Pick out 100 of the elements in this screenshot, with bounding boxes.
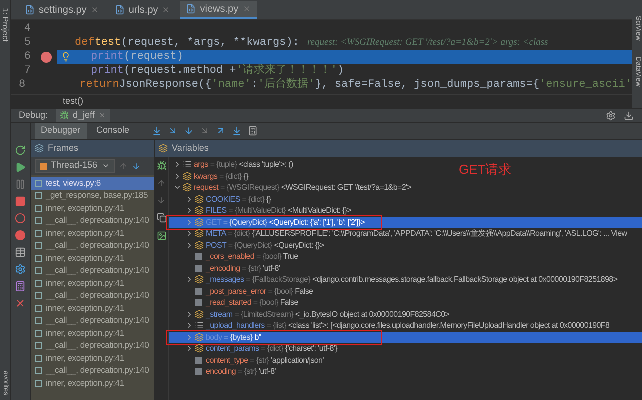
breadcrumb[interactable]: test() — [63, 94, 84, 108]
rerun-icon[interactable] — [15, 145, 26, 156]
frame-item[interactable]: __call__, deprecation.py:140 — [31, 214, 154, 227]
variable-value: 'utf-8' — [258, 367, 276, 376]
variable-row[interactable]: _stream = {LimitedStream} <_io.BytesIO object at 0x00000190F82584C0> — [169, 308, 454, 320]
variable-row[interactable]: args = {tuple} <class 'tuple'>: () — [169, 159, 298, 170]
close-icon[interactable] — [162, 6, 170, 14]
line-number: 8 — [18, 78, 27, 93]
editor-tab[interactable]: settings.py — [19, 1, 105, 19]
frame-item[interactable]: inner, exception.py:41 — [31, 302, 154, 314]
variable-row[interactable]: content_params = {dict} {'charset': 'utf-8'} — [169, 343, 342, 354]
code-line: returnJsonResponse({'name':'后台数据'}, safe=False, json_dumps_params={'ensure_ascii' — [78, 78, 632, 92]
bug-icon[interactable] — [156, 161, 166, 171]
variable-name: args — [194, 160, 208, 169]
variable-row[interactable]: FILES = {MultiValueDict} <MultiValueDict: {}> — [169, 205, 356, 216]
thread-dropdown[interactable]: Thread-156 — [35, 159, 115, 173]
settings-icon[interactable] — [606, 110, 616, 120]
stack-icon — [195, 218, 204, 227]
frame-item[interactable]: inner, exception.py:41 — [31, 327, 154, 340]
variable-type: = {str} — [250, 356, 270, 364]
frame-item[interactable]: inner, exception.py:41 — [31, 277, 154, 290]
frame-item[interactable]: test, views.py:6 — [31, 177, 154, 190]
variable-type: = {list} — [266, 321, 286, 330]
line-number: 4 — [23, 22, 32, 37]
step-over-icon[interactable] — [168, 126, 178, 136]
variable-value: {} — [244, 172, 248, 180]
frame-item[interactable]: __call__, deprecation.py:140 — [31, 314, 154, 327]
copy-icon[interactable] — [156, 213, 166, 223]
variable-value: <QueryDict: {}> — [274, 240, 324, 250]
variable-value: False — [295, 286, 314, 296]
code-line: print(request.method +'请求来了！！！！') — [90, 64, 346, 78]
variable-row[interactable]: _cors_enabled = {bool} True — [169, 251, 302, 262]
down-arrow-icon[interactable] — [132, 162, 141, 170]
list-icon — [195, 321, 204, 330]
variable-row[interactable]: COOKIES = {dict} {} — [169, 194, 276, 205]
stack-icon — [195, 240, 204, 250]
run-to-cursor-icon[interactable] — [232, 126, 242, 136]
variable-row[interactable]: body = {bytes} b'' — [169, 332, 642, 343]
variable-row[interactable]: content_type = {str} 'application/json' — [169, 354, 328, 366]
frame-item[interactable]: __call__, deprecation.py:140 — [31, 240, 154, 252]
settings-icon[interactable] — [15, 264, 26, 275]
stack-icon — [195, 229, 204, 238]
variable-name: POST — [206, 240, 226, 250]
variable-row[interactable]: kwargs = {dict} {} — [169, 170, 252, 182]
frame-item[interactable]: inner, exception.py:41 — [31, 352, 154, 364]
variable-row[interactable]: GET = {QueryDict} <QueryDict: {'a': ['1'], 'b': ['2']}> — [169, 216, 642, 228]
variable-value: 'application/json' — [271, 356, 324, 364]
frame-item[interactable]: __call__, deprecation.py:140 — [31, 340, 154, 352]
resume-icon[interactable] — [15, 162, 26, 173]
frame-item[interactable]: __call__, deprecation.py:140 — [31, 364, 154, 377]
frames-icon — [35, 144, 44, 153]
debug-label: Debug: — [19, 108, 48, 122]
inline-hint: request: <WSGIRequest: GET '/test/?a=1&b=2'> args: <class — [307, 36, 548, 50]
frame-item[interactable]: inner, exception.py:41 — [31, 227, 154, 240]
variable-row[interactable]: META = {dict} {'ALLUSERSPROFILE': 'C:\\ProgramData', 'APPDATA': 'C:\\Users\\童发强\\AppData\\Roaming', 'ASL.LOG': ... View — [169, 228, 632, 240]
variable-value: <class 'list'>: [<django.core.files.uploadhandler.MemoryFileUploadHandler object at 0x00000190F8 — [288, 321, 610, 330]
evaluate-icon[interactable] — [248, 126, 258, 136]
pause-icon[interactable] — [15, 179, 26, 190]
frame-item[interactable]: inner, exception.py:41 — [31, 252, 154, 264]
frame-item[interactable]: __call__, deprecation.py:140 — [31, 290, 154, 302]
step-out-icon[interactable] — [216, 126, 226, 136]
variable-value: <WSGIRequest: GET '/test/?a=1&b=2'> — [281, 183, 412, 192]
close-icon[interactable] — [90, 6, 99, 14]
frame-item[interactable]: __call__, deprecation.py:140 — [31, 264, 154, 277]
lightbulb-icon[interactable] — [61, 52, 71, 62]
variable-row[interactable]: _read_started = {bool} False — [169, 297, 302, 308]
close-icon[interactable] — [15, 298, 26, 309]
annotation-text: GET请求 — [459, 161, 512, 179]
variable-row[interactable]: POST = {QueryDict} <QueryDict: {}> — [169, 240, 328, 251]
variable-value: <class 'tuple'>: () — [239, 160, 294, 169]
editor-tab[interactable]: views.py — [180, 1, 257, 19]
frame-item[interactable]: _get_response, base.py:185 — [31, 190, 154, 202]
up-arrow-icon[interactable] — [157, 179, 166, 188]
close-icon[interactable] — [98, 112, 106, 119]
project-tool-label[interactable]: 1: Project — [0, 8, 10, 42]
editor-tab[interactable]: urls.py — [108, 1, 176, 19]
down-arrow-icon[interactable] — [157, 196, 166, 205]
frame-item[interactable]: inner, exception.py:41 — [31, 202, 154, 214]
step-into-icon[interactable] — [184, 126, 194, 136]
run-config-tab[interactable]: d_jeff — [56, 108, 110, 122]
debugger-tab[interactable]: Console — [90, 123, 136, 139]
variable-row[interactable]: encoding = {str} 'utf-8' — [169, 366, 280, 378]
stack-icon — [195, 194, 204, 204]
variable-name: _cors_enabled — [206, 252, 255, 261]
variable-type: = {QueryDict} — [223, 218, 268, 226]
variable-type: = {bool} — [268, 286, 294, 296]
variable-value: b'' — [254, 332, 262, 342]
variable-type: = {WSGIRequest} — [220, 183, 280, 192]
bug-icon — [60, 111, 70, 120]
stop-icon[interactable] — [15, 196, 26, 207]
frame-item[interactable]: inner, exception.py:41 — [31, 377, 154, 390]
variable-row[interactable]: _messages = {FallbackStorage} <django.contrib.messages.storage.fallback.FallbackStorage object at 0x00000190F8251898> — [169, 274, 622, 286]
variable-row[interactable]: _encoding = {str} 'utf-8' — [169, 262, 284, 274]
caret-icon[interactable] — [102, 162, 110, 170]
debugger-tab[interactable]: Debugger — [35, 123, 87, 139]
image-icon[interactable] — [156, 231, 166, 241]
variable-row[interactable]: request = {WSGIRequest} <WSGIRequest: GET '/test/?a=1&b=2'> — [169, 182, 416, 194]
variable-row[interactable]: _upload_handlers = {list} <class 'list'>: [<django.core.files.uploadhandler.MemoryFileUploadHandler object at 0x00000190F8 — [169, 320, 614, 332]
variable-row[interactable]: _post_parse_error = {bool} False — [169, 286, 318, 297]
stack-icon — [195, 310, 204, 319]
